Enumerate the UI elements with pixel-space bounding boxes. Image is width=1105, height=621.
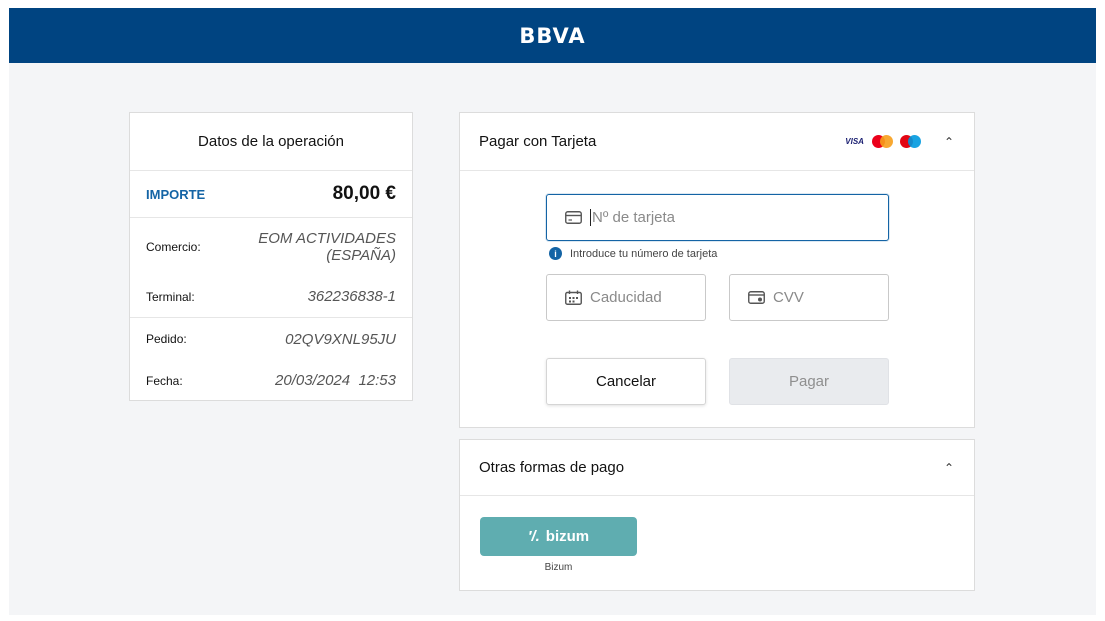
cvv-card-icon	[748, 291, 765, 304]
other-payments-panel: Otras formas de pago ⌃ ′/. bizum Bizum	[459, 439, 975, 591]
card-number-input[interactable]: Nº de tarjeta	[546, 194, 889, 241]
other-payments-title: Otras formas de pago	[479, 459, 625, 476]
maestro-icon	[899, 134, 922, 150]
operation-details-panel: Datos de la operación IMPORTE 80,00 € Co…	[129, 112, 413, 401]
text-cursor	[590, 209, 591, 226]
mastercard-icon	[871, 134, 894, 150]
merchant-value: EOM ACTIVIDADES (ESPAÑA)	[258, 230, 396, 264]
card-payment-header[interactable]: Pagar con Tarjeta VISA ⌃	[460, 113, 974, 171]
amount-label: IMPORTE	[146, 186, 206, 202]
operation-title: Datos de la operación	[130, 113, 412, 171]
merchant-row: Comercio: EOM ACTIVIDADES (ESPAÑA)	[130, 218, 412, 276]
card-icon	[565, 211, 582, 224]
header-bar: BBVA	[9, 8, 1096, 63]
chevron-up-icon[interactable]: ⌃	[944, 135, 954, 149]
chevron-up-icon[interactable]: ⌃	[944, 461, 954, 475]
bbva-logo: BBVA	[519, 23, 586, 48]
amount-row: IMPORTE 80,00 €	[130, 171, 412, 218]
order-value: 02QV9XNL95JU	[285, 330, 396, 348]
cvv-input[interactable]: CVV	[729, 274, 889, 321]
merchant-label: Comercio:	[146, 240, 201, 254]
card-number-hint-text: Introduce tu número de tarjeta	[570, 247, 718, 260]
bizum-logo-icon: ′/.	[527, 528, 540, 545]
bizum-button[interactable]: ′/. bizum	[480, 517, 637, 556]
visa-icon: VISA	[845, 137, 864, 146]
bizum-button-text: bizum	[545, 528, 590, 545]
amount-value: 80,00 €	[332, 183, 396, 204]
card-number-hint: i Introduce tu número de tarjeta	[549, 247, 717, 260]
terminal-label: Terminal:	[146, 289, 195, 304]
calendar-icon	[565, 290, 582, 305]
other-payments-header[interactable]: Otras formas de pago ⌃	[460, 440, 974, 496]
terminal-value: 362236838-1	[307, 288, 396, 305]
cancel-button[interactable]: Cancelar	[546, 358, 706, 405]
order-label: Pedido:	[146, 332, 187, 346]
info-icon: i	[549, 247, 562, 260]
card-brands: VISA ⌃	[845, 134, 954, 150]
page-background: BBVA Datos de la operación IMPORTE 80,00…	[9, 8, 1096, 615]
date-label: Fecha:	[146, 373, 183, 388]
expiry-placeholder: Caducidad	[590, 289, 662, 306]
pay-button[interactable]: Pagar	[729, 358, 889, 405]
date-row: Fecha: 20/03/2024 12:53	[130, 360, 412, 401]
card-number-placeholder: Nº de tarjeta	[592, 209, 676, 226]
order-row: Pedido: 02QV9XNL95JU	[130, 318, 412, 360]
expiry-input[interactable]: Caducidad	[546, 274, 706, 321]
bizum-caption: Bizum	[544, 562, 573, 573]
date-value: 20/03/2024 12:53	[275, 372, 396, 389]
card-payment-panel: Pagar con Tarjeta VISA ⌃ Nº de tarjeta i…	[459, 112, 975, 428]
card-payment-title: Pagar con Tarjeta	[479, 133, 597, 150]
terminal-row: Terminal: 362236838-1	[130, 276, 412, 318]
cvv-placeholder: CVV	[773, 289, 804, 306]
